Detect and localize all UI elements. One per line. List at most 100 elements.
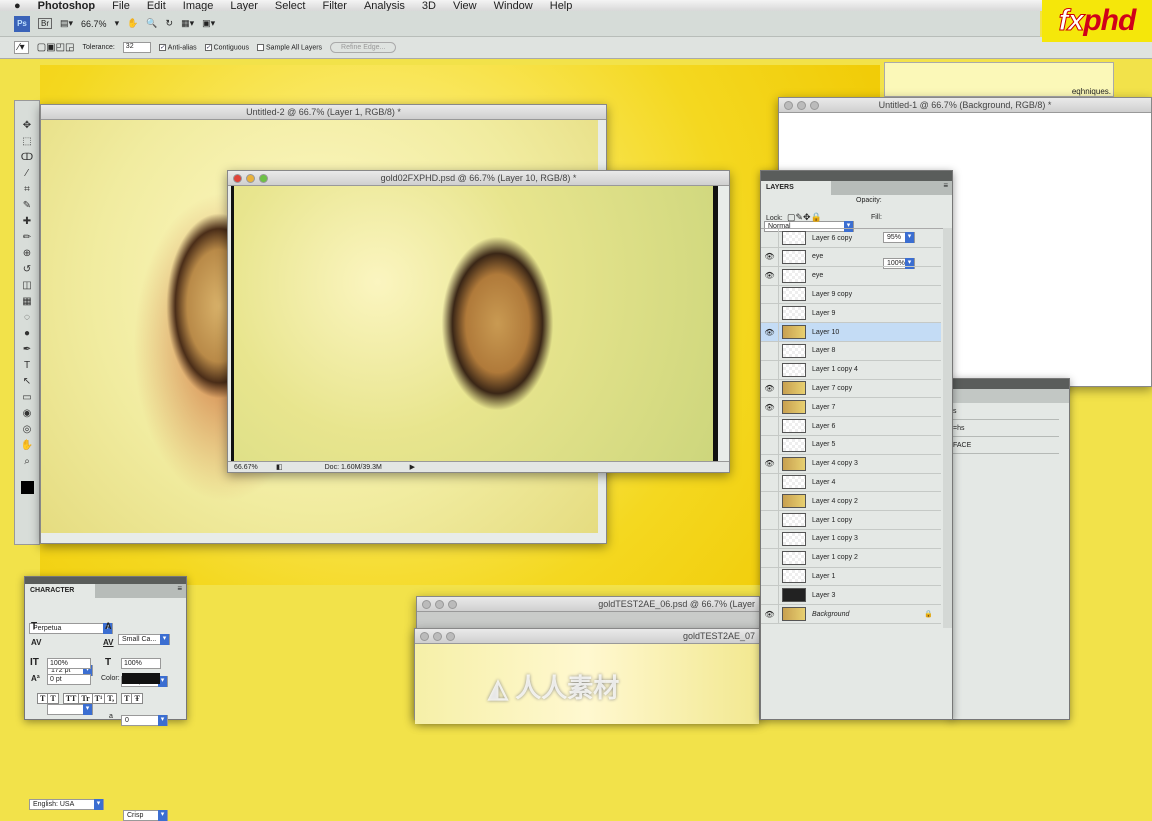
text-style-button[interactable]: T [47, 693, 59, 704]
visibility-eye-icon[interactable] [761, 360, 779, 379]
zoom-level-dropdown[interactable]: 66.7% [81, 19, 107, 29]
layer-row[interactable]: Layer 4 [761, 473, 941, 493]
layer-row[interactable]: 👁 Layer 10 [761, 323, 941, 342]
eyedropper-tool-icon[interactable]: ✎ [23, 199, 31, 213]
visibility-eye-icon[interactable] [761, 304, 779, 323]
hand-tool-icon[interactable]: ✋ [21, 439, 33, 453]
menu-app[interactable]: Photoshop [38, 0, 95, 12]
menu-file[interactable]: File [112, 0, 130, 12]
layer-row[interactable]: Layer 1 copy 2 [761, 548, 941, 568]
path-select-tool-icon[interactable]: ↖ [23, 375, 31, 389]
clone-stamp-tool-icon[interactable]: ⊕ [23, 247, 31, 261]
refine-edge-button[interactable]: Refine Edge... [330, 42, 397, 53]
doc-size[interactable]: Doc: 1.60M/39.3M [289, 464, 404, 471]
menu-select[interactable]: Select [275, 0, 306, 12]
eraser-tool-icon[interactable]: ◫ [22, 279, 31, 293]
visibility-eye-icon[interactable] [761, 229, 779, 247]
zoom-tool-icon[interactable]: ⌕ [24, 455, 30, 469]
layer-row[interactable]: 👁 eye [761, 247, 941, 267]
tab-character[interactable]: CHARACTER [25, 584, 95, 598]
pen-tool-icon[interactable]: ✒ [23, 343, 31, 357]
visibility-eye-icon[interactable] [761, 548, 779, 567]
visibility-eye-icon[interactable] [761, 473, 779, 492]
zoom-tool-icon[interactable]: 🔍 [146, 18, 157, 29]
layer-row[interactable]: 👁 Layer 7 copy [761, 379, 941, 399]
contiguous-checkbox[interactable]: ✓ Contiguous [204, 43, 249, 51]
visibility-eye-icon[interactable]: 👁 [761, 247, 779, 266]
baseline-shift-input[interactable]: 0 pt [47, 674, 91, 685]
window-controls[interactable] [233, 174, 268, 183]
text-style-button[interactable]: TT [62, 693, 80, 704]
language-select[interactable]: English: USA [29, 799, 104, 810]
bridge-button[interactable]: Br [38, 18, 52, 29]
visibility-eye-icon[interactable]: 👁 [761, 605, 779, 623]
layer-row[interactable]: Layer 8 [761, 341, 941, 361]
layer-row[interactable]: Layer 1 [761, 567, 941, 587]
hand-tool-icon[interactable]: ✋ [127, 18, 138, 29]
menu-view[interactable]: View [453, 0, 477, 12]
crop-tool-icon[interactable]: ⌗ [24, 183, 30, 197]
status-menu-arrow[interactable]: ▶ [410, 463, 415, 471]
layer-row[interactable]: Layer 5 [761, 435, 941, 455]
layer-row[interactable]: 👁 Background 🔒 [761, 605, 941, 624]
lock-icons[interactable]: ▢✎✥🔒 [787, 212, 822, 223]
3d-orbit-tool-icon[interactable]: ◎ [23, 423, 32, 437]
layer-row[interactable]: Layer 3 [761, 586, 941, 606]
panel-row[interactable]: FACE [951, 437, 1059, 454]
shape-tool-icon[interactable]: ▭ [22, 391, 31, 405]
blur-tool-icon[interactable]: ◌ [24, 311, 30, 325]
menu-layer[interactable]: Layer [230, 0, 258, 12]
text-style-button[interactable]: Ŧ [131, 693, 143, 704]
foreground-color-swatch[interactable] [20, 481, 34, 494]
panel-menu-icon[interactable]: ≡ [177, 584, 186, 598]
3d-rotate-tool-icon[interactable]: ◉ [23, 407, 32, 421]
text-style-button[interactable]: T, [104, 693, 118, 704]
layer-row[interactable]: Layer 6 copy [761, 229, 941, 248]
selection-mode-icons[interactable]: ▢▣◰◲ [37, 42, 75, 53]
type-tool-icon[interactable]: T [24, 359, 30, 373]
layer-row[interactable]: Layer 6 [761, 417, 941, 436]
lasso-tool-icon[interactable]: ↀ [21, 151, 33, 165]
zoom-readout[interactable]: 66.67% [234, 464, 270, 471]
arrange-documents-icon[interactable]: ▦▾ [181, 18, 194, 29]
healing-tool-icon[interactable]: ✚ [23, 215, 31, 229]
anti-alias-select[interactable]: Crisp [123, 810, 168, 821]
text-style-button[interactable]: Tr [78, 693, 93, 704]
menu-help[interactable]: Help [550, 0, 573, 12]
menu-edit[interactable]: Edit [147, 0, 166, 12]
document-canvas[interactable] [231, 186, 718, 461]
layer-row[interactable]: Layer 9 copy [761, 285, 941, 305]
visibility-eye-icon[interactable]: 👁 [761, 323, 779, 341]
text-color-swatch[interactable] [122, 673, 160, 684]
layer-row[interactable]: Layer 1 copy [761, 511, 941, 530]
dodge-tool-icon[interactable]: ● [24, 327, 30, 341]
layers-scrollbar[interactable] [943, 228, 952, 628]
visibility-eye-icon[interactable] [761, 586, 779, 605]
layer-row[interactable]: Layer 1 copy 3 [761, 529, 941, 549]
visibility-eye-icon[interactable] [761, 492, 779, 511]
visibility-eye-icon[interactable] [761, 511, 779, 529]
visibility-eye-icon[interactable] [761, 529, 779, 548]
visibility-eye-icon[interactable] [761, 417, 779, 435]
layer-row[interactable]: 👁 eye [761, 266, 941, 286]
menu-image[interactable]: Image [183, 0, 214, 12]
view-extras-icon[interactable]: ▤▾ [60, 18, 73, 29]
magic-wand-tool-icon[interactable]: ⁄ [26, 167, 28, 181]
tracking-input[interactable]: 0 [121, 715, 168, 726]
layer-row[interactable]: Layer 1 copy 4 [761, 360, 941, 380]
gradient-tool-icon[interactable]: ▦ [22, 295, 31, 309]
tab-layers[interactable]: LAYERS [761, 181, 831, 195]
marquee-tool-icon[interactable]: ⬚ [22, 135, 31, 149]
visibility-eye-icon[interactable] [761, 435, 779, 454]
sample-all-layers-checkbox[interactable]: Sample All Layers [257, 43, 322, 51]
visibility-eye-icon[interactable] [761, 285, 779, 304]
document-window-gold02[interactable]: gold02FXPHD.psd @ 66.7% (Layer 10, RGB/8… [227, 170, 730, 473]
panel-menu-icon[interactable]: ≡ [943, 181, 952, 195]
visibility-eye-icon[interactable]: 👁 [761, 398, 779, 417]
visibility-eye-icon[interactable]: 👁 [761, 379, 779, 398]
menu-3d[interactable]: 3D [422, 0, 436, 12]
visibility-eye-icon[interactable]: 👁 [761, 266, 779, 285]
vertical-scale-input[interactable]: 100% [47, 658, 91, 669]
apple-icon[interactable]: ● [14, 0, 21, 12]
font-style-select[interactable]: Small Ca... [118, 634, 170, 645]
